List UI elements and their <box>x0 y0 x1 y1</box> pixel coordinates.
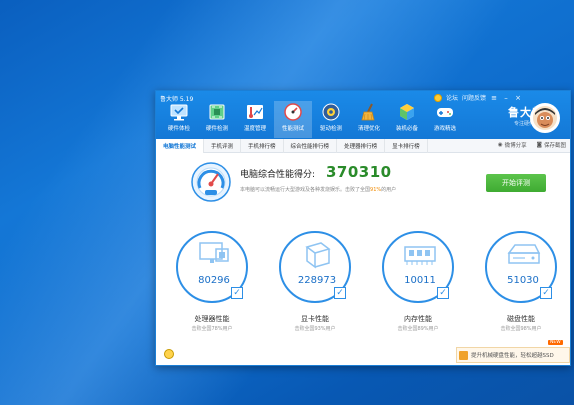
nav-label: 清理优化 <box>357 126 380 132</box>
nav-item-performance[interactable]: 性能测试 <box>274 101 312 138</box>
close-icon[interactable]: × <box>514 94 522 102</box>
subtab-bar: 电脑性能测试 手机评测 手机排行榜 综合性能排行榜 处理器排行榜 显卡排行榜 ◉… <box>156 139 570 153</box>
title-bar: 鲁大师 5.19 论坛 问题反馈 ≡ – × 硬件体检 硬件检测 温度管理 性能… <box>156 91 570 139</box>
score-panel: 电脑综合性能得分: 370310 本电脑可以流畅运行大型游戏及各种发烧娱乐。击败… <box>156 153 570 208</box>
metric-disk: 51030 ✓ 磁盘性能 击败全国98%用户 <box>475 231 565 341</box>
apps-cube-icon <box>397 102 417 122</box>
ssd-promo-text: 提升机械硬盘性能，轻松超越SSD <box>471 353 554 359</box>
metric-value: 51030 <box>507 275 539 286</box>
smiley-icon[interactable] <box>164 349 174 359</box>
cpu-icon <box>199 242 229 263</box>
camera-icon: ◙ <box>536 142 542 148</box>
score-label: 电脑综合性能得分: <box>240 170 316 180</box>
save-screenshot-label: 保存截图 <box>543 143 566 149</box>
hdd-boost-icon <box>459 351 468 360</box>
metric-value: 228973 <box>297 275 337 286</box>
ssd-promo-link[interactable]: 提升机械硬盘性能，轻松超越SSD <box>456 347 570 363</box>
tab-phone-review[interactable]: 手机评测 <box>204 139 242 153</box>
metric-cpu: 80296 ✓ 处理器性能 击败全国78%用户 <box>166 231 256 341</box>
feedback-link[interactable]: 问题反馈 <box>462 93 486 102</box>
metric-subtext: 击败全国93%用户 <box>294 326 336 332</box>
broom-icon <box>359 102 379 122</box>
metric-value: 10011 <box>404 275 436 286</box>
app-window: 鲁大师 5.19 论坛 问题反馈 ≡ – × 硬件体检 硬件检测 温度管理 性能… <box>155 90 571 366</box>
nav-label: 性能测试 <box>281 126 304 132</box>
check-icon: ✓ <box>334 287 346 299</box>
metric-subtext: 击败全国78%用户 <box>191 326 233 332</box>
metric-subtext: 击败全国98%用户 <box>500 326 542 332</box>
tab-pc-performance[interactable]: 电脑性能测试 <box>156 139 205 153</box>
nav-item-hardware-checkup[interactable]: 硬件体检 <box>160 101 198 138</box>
check-icon: ✓ <box>540 287 552 299</box>
metric-name: 处理器性能 <box>194 315 230 323</box>
new-badge: NEW <box>548 340 563 345</box>
speedometer-icon <box>283 102 303 122</box>
metric-ring: 51030 ✓ <box>485 231 557 303</box>
metric-name: 显卡性能 <box>301 315 329 323</box>
nav-item-temperature[interactable]: 温度管理 <box>236 101 274 138</box>
metric-value: 80296 <box>198 275 230 286</box>
nav-item-essentials[interactable]: 装机必备 <box>388 101 426 138</box>
nav-label: 硬件体检 <box>167 126 190 132</box>
gpu-cube-icon <box>305 242 331 269</box>
nav-label: 游戏精选 <box>433 126 456 132</box>
check-icon: ✓ <box>437 287 449 299</box>
tab-gpu-ranking[interactable]: 显卡排行榜 <box>385 139 428 153</box>
nav-item-cleanup[interactable]: 清理优化 <box>350 101 388 138</box>
score-description: 本电脑可以流畅运行大型游戏及各种发烧娱乐。击败了全国91%的用户 <box>240 186 396 193</box>
disk-icon <box>507 244 541 264</box>
driver-gear-icon <box>321 102 341 122</box>
avatar[interactable] <box>530 103 560 133</box>
score-percent: 91% <box>370 187 382 193</box>
monitor-check-icon <box>169 102 189 122</box>
nav-label: 温度管理 <box>243 126 266 132</box>
nav-label: 驱动检测 <box>319 126 342 132</box>
metric-ring: 228973 ✓ <box>279 231 351 303</box>
nav-label: 硬件检测 <box>205 126 228 132</box>
tab-cpu-ranking[interactable]: 处理器排行榜 <box>337 139 386 153</box>
nav-item-games[interactable]: 游戏精选 <box>426 101 464 138</box>
metric-ring: 80296 ✓ <box>176 231 248 303</box>
tab-overall-ranking[interactable]: 综合性能排行榜 <box>284 139 338 153</box>
nav-label: 装机必备 <box>395 126 418 132</box>
metric-name: 内存性能 <box>404 315 432 323</box>
share-tools: ◉ 微博分享 ◙ 保存截图 <box>498 141 566 149</box>
tab-phone-ranking[interactable]: 手机排行榜 <box>241 139 284 153</box>
nav-item-driver[interactable]: 驱动检测 <box>312 101 350 138</box>
metrics-row: 80296 ✓ 处理器性能 击败全国78%用户 228973 ✓ 显卡性能 击败… <box>156 231 570 341</box>
metric-ring: 10011 ✓ <box>382 231 454 303</box>
check-icon: ✓ <box>231 287 243 299</box>
save-screenshot-button[interactable]: ◙ 保存截图 <box>537 141 566 149</box>
minimize-icon[interactable]: – <box>502 94 510 102</box>
weibo-share-button[interactable]: ◉ 微博分享 <box>498 141 527 149</box>
nav-item-hardware-detect[interactable]: 硬件检测 <box>198 101 236 138</box>
main-nav: 硬件体检 硬件检测 温度管理 性能测试 驱动检测 清理优化 装机必备 游戏精选 <box>160 101 464 138</box>
start-benchmark-button[interactable]: 开始评测 <box>486 174 546 192</box>
metric-memory: 10011 ✓ 内存性能 击败全国89%用户 <box>372 231 462 341</box>
speedometer-icon <box>191 162 231 202</box>
score-desc-suffix: 的用户 <box>381 187 397 193</box>
score-desc-prefix: 本电脑可以流畅运行大型游戏及各种发烧娱乐。击败了全国 <box>240 187 371 193</box>
menu-icon[interactable]: ≡ <box>490 94 498 102</box>
score-value: 370310 <box>326 163 392 181</box>
gamepad-icon <box>435 102 455 122</box>
chip-board-icon <box>207 102 227 122</box>
weibo-share-label: 微博分享 <box>504 143 527 149</box>
thermometer-chart-icon <box>245 102 265 122</box>
metric-subtext: 击败全国89%用户 <box>397 326 439 332</box>
weibo-icon: ◉ <box>497 142 503 148</box>
memory-stick-icon <box>404 246 436 265</box>
metric-name: 磁盘性能 <box>507 315 535 323</box>
metric-gpu: 228973 ✓ 显卡性能 击败全国93%用户 <box>269 231 359 341</box>
